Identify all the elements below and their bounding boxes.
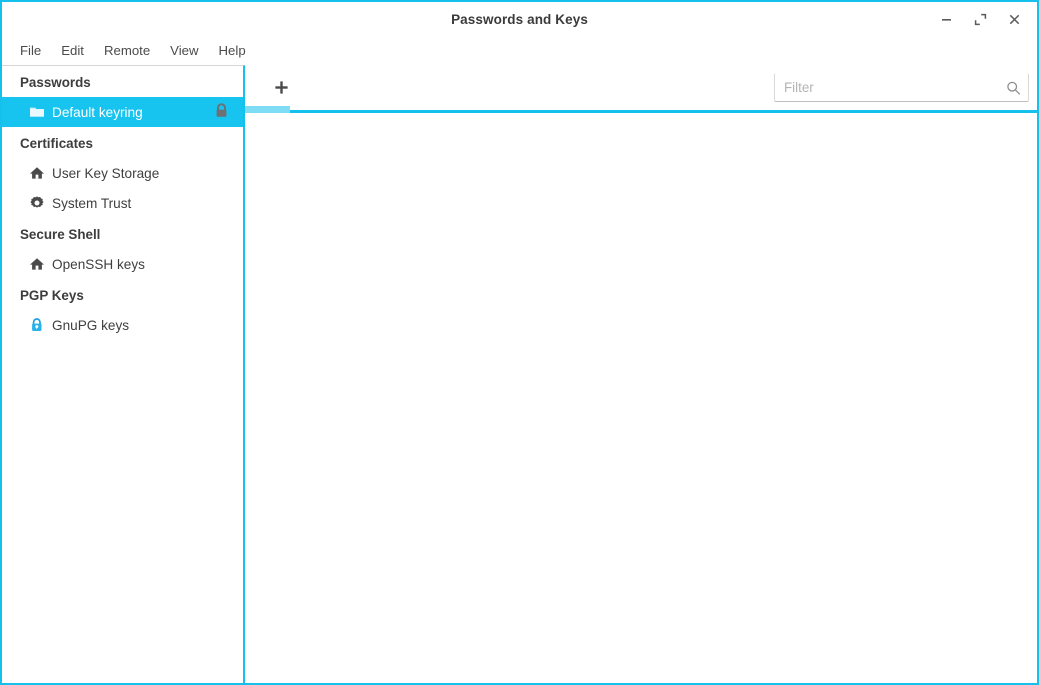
window-body: Passwords Default keyring Certificates U… — [2, 65, 1037, 683]
gnupg-lock-icon — [28, 317, 45, 334]
search-icon[interactable] — [1006, 80, 1021, 95]
sidebar-item-openssh-keys[interactable]: OpenSSH keys — [2, 249, 243, 279]
minimize-button[interactable] — [929, 4, 963, 34]
menu-item-remote[interactable]: Remote — [94, 40, 160, 61]
sidebar-item-gnupg-keys[interactable]: GnuPG keys — [2, 310, 243, 340]
active-tab-underline — [245, 106, 290, 113]
menu-bar: File Edit Remote View Help — [2, 36, 1037, 65]
item-list-area[interactable] — [245, 113, 1037, 683]
plus-icon — [274, 80, 289, 95]
window-controls — [929, 2, 1031, 36]
filter-input[interactable] — [775, 74, 1028, 101]
title-bar: Passwords and Keys — [2, 2, 1037, 36]
home-icon — [28, 165, 45, 182]
window-title: Passwords and Keys — [451, 11, 588, 27]
lock-icon — [214, 102, 229, 122]
close-button[interactable] — [997, 4, 1031, 34]
sidebar-item-label: System Trust — [52, 195, 132, 211]
main-panel — [245, 65, 1037, 683]
folder-icon — [28, 104, 45, 121]
keyring-lock-status[interactable] — [214, 102, 235, 122]
sidebar-item-default-keyring[interactable]: Default keyring — [2, 97, 243, 127]
toolbar-accent-rule — [245, 106, 1037, 113]
app-window: Passwords and Keys File Edit Remote View… — [0, 0, 1039, 685]
sidebar-item-system-trust[interactable]: System Trust — [2, 188, 243, 218]
sidebar-group-header-certificates: Certificates — [20, 136, 93, 151]
sidebar-group-header-passwords: Passwords — [20, 75, 91, 90]
sidebar-item-label: Default keyring — [52, 104, 143, 120]
menu-item-edit[interactable]: Edit — [51, 40, 94, 61]
sidebar: Passwords Default keyring Certificates U… — [2, 65, 245, 683]
sidebar-group-header-pgp-keys: PGP Keys — [20, 288, 84, 303]
menu-item-file[interactable]: File — [10, 40, 51, 61]
add-button[interactable] — [266, 73, 296, 103]
sidebar-item-label: GnuPG keys — [52, 317, 130, 333]
menu-item-help[interactable]: Help — [209, 40, 256, 61]
main-toolbar — [245, 65, 1037, 110]
sidebar-group-header-secure-shell: Secure Shell — [20, 227, 101, 242]
filter-field[interactable] — [774, 73, 1029, 102]
sidebar-item-user-key-storage[interactable]: User Key Storage — [2, 158, 243, 188]
home-icon — [28, 256, 45, 273]
sidebar-item-label: OpenSSH keys — [52, 256, 145, 272]
gear-icon — [28, 195, 45, 212]
maximize-button[interactable] — [963, 4, 997, 34]
menu-item-view[interactable]: View — [160, 40, 208, 61]
sidebar-item-label: User Key Storage — [52, 165, 160, 181]
